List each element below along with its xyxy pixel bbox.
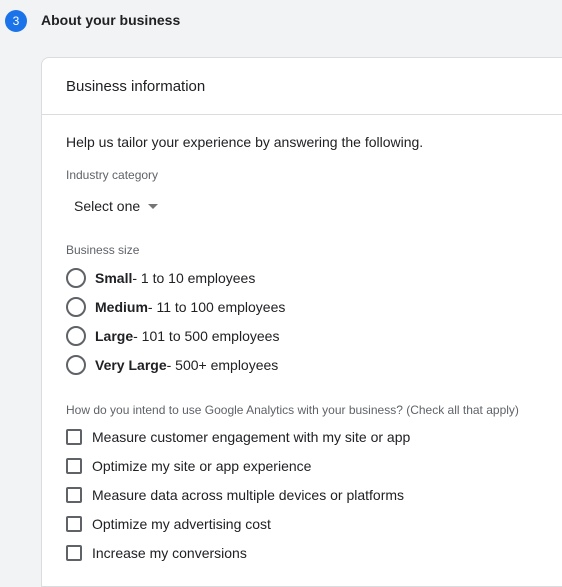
usage-option-engagement[interactable]: Measure customer engagement with my site… [66,429,410,445]
checkbox-label: Optimize my site or app experience [92,458,312,474]
step-title: About your business [41,12,181,28]
radio-icon[interactable] [66,326,86,346]
usage-option-advertising-cost[interactable]: Optimize my advertising cost [66,516,271,532]
step-header: 3 About your business [0,0,562,42]
business-size-option-small[interactable]: Small - 1 to 10 employees [66,268,255,288]
option-detail: - 500+ employees [166,357,279,373]
checkbox-label: Measure data across multiple devices or … [92,487,405,503]
step-number-badge: 3 [5,10,27,32]
checkbox-label: Optimize my advertising cost [92,516,271,532]
radio-icon[interactable] [66,355,86,375]
business-information-card: Business information Help us tailor your… [41,57,562,587]
option-detail: - 101 to 500 employees [133,328,280,344]
option-detail: - 11 to 100 employees [147,299,286,315]
radio-icon[interactable] [66,268,86,288]
dropdown-caret-icon [148,203,159,209]
industry-category-value: Select one [74,198,141,214]
industry-category-select[interactable]: Select one [74,198,159,214]
business-size-option-very-large[interactable]: Very Large - 500+ employees [66,355,278,375]
checkbox-icon[interactable] [66,545,82,561]
option-name: Small [95,270,133,286]
option-name: Medium [95,299,148,315]
checkbox-icon[interactable] [66,516,82,532]
checkbox-icon[interactable] [66,458,82,474]
checkbox-label: Measure customer engagement with my site… [92,429,411,445]
checkbox-icon[interactable] [66,429,82,445]
checkbox-icon[interactable] [66,487,82,503]
radio-icon[interactable] [66,297,86,317]
usage-question-label: How do you intend to use Google Analytic… [66,403,519,417]
usage-option-cross-device[interactable]: Measure data across multiple devices or … [66,487,404,503]
option-name: Large [95,328,134,344]
option-detail: - 1 to 10 employees [132,270,256,286]
industry-category-label: Industry category [66,168,159,182]
usage-option-conversions[interactable]: Increase my conversions [66,545,247,561]
checkbox-label: Increase my conversions [92,545,247,561]
business-size-option-medium[interactable]: Medium - 11 to 100 employees [66,297,285,317]
business-size-option-large[interactable]: Large - 101 to 500 employees [66,326,279,346]
usage-option-experience[interactable]: Optimize my site or app experience [66,458,311,474]
card-divider [42,114,562,115]
business-size-label: Business size [66,243,140,257]
intro-text: Help us tailor your experience by answer… [66,134,424,150]
card-title: Business information [66,78,206,95]
option-name: Very Large [95,357,167,373]
